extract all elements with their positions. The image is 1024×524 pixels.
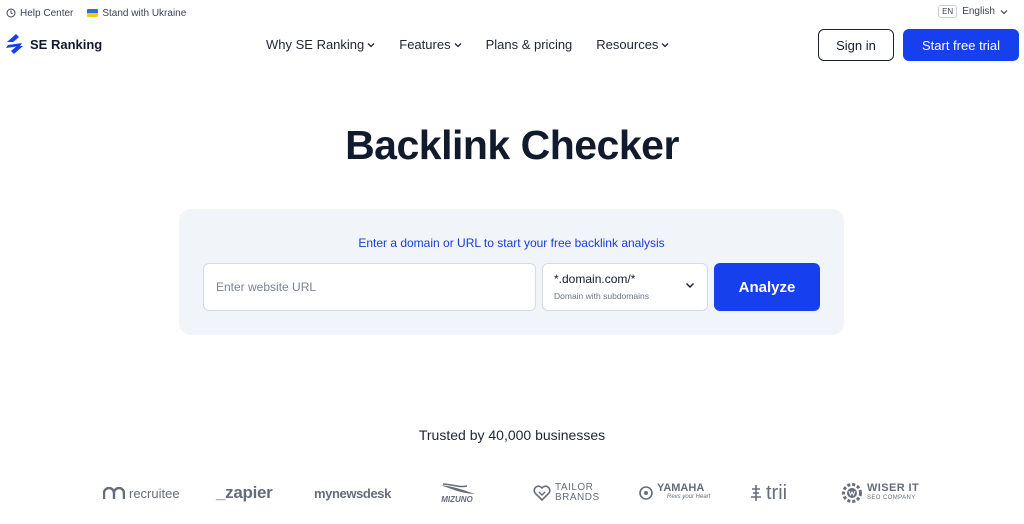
clock-icon — [6, 8, 16, 18]
mynewsdesk-logo: mynewsdesk — [314, 478, 391, 508]
zapier-logo: _zapier — [216, 478, 273, 508]
stand-with-ukraine-link[interactable]: Stand with Ukraine — [87, 8, 186, 19]
language-selector[interactable]: EN English — [938, 5, 1008, 18]
main-nav: SE Ranking Why SE Ranking Features Plans… — [0, 28, 1024, 62]
yamaha-wordmark: YAMAHA — [657, 482, 705, 494]
help-center-label: Help Center — [20, 7, 74, 19]
menu-item-why-se-ranking[interactable]: Why SE Ranking — [266, 37, 375, 52]
scope-description: Domain with subdomains — [554, 291, 649, 301]
recruitee-wordmark: recruitee — [129, 485, 180, 501]
sign-in-button[interactable]: Sign in — [818, 29, 894, 61]
brand-logo[interactable]: SE Ranking — [6, 34, 102, 54]
wiser-it-gear-icon — [842, 483, 862, 503]
help-center-link[interactable]: Help Center — [6, 8, 73, 19]
mizuno-logo: MIZUNO — [437, 478, 477, 508]
language-code-badge: EN — [938, 5, 958, 18]
nav-menu: Why SE Ranking Features Plans & pricing … — [266, 37, 669, 52]
yamaha-tuning-fork-icon — [639, 486, 653, 500]
menu-item-label: Resources — [596, 37, 659, 52]
tailor-wordmark-line2: BRANDS — [555, 492, 600, 503]
brand-name: SE Ranking — [30, 36, 103, 52]
se-ranking-logo-icon — [6, 34, 23, 54]
search-prompt: Enter a domain or URL to start your free… — [358, 236, 665, 250]
wiser-it-logo: WISER IT SEO COMPANY — [841, 478, 919, 508]
mynewsdesk-wordmark: mynewsdesk — [314, 485, 391, 501]
chevron-down-icon — [1000, 9, 1008, 14]
scope-dropdown[interactable]: *.domain.com/* Domain with subdomains — [542, 263, 708, 311]
menu-item-features[interactable]: Features — [399, 37, 462, 52]
language-label: English — [962, 6, 995, 17]
tailor-brands-logo: TAILOR BRANDS — [533, 478, 600, 508]
search-panel: Enter a domain or URL to start your free… — [179, 209, 844, 335]
tailor-brands-heart-icon — [533, 485, 551, 501]
utility-bar: Help Center Stand with Ukraine EN Englis… — [0, 0, 1024, 26]
wiser-it-tagline: SEO COMPANY — [867, 495, 916, 501]
ukraine-flag-icon — [87, 9, 99, 17]
yamaha-logo: YAMAHA Revs your Heart — [639, 478, 710, 508]
start-free-trial-button[interactable]: Start free trial — [903, 29, 1019, 61]
analyze-button[interactable]: Analyze — [714, 263, 820, 311]
trii-logo: trii — [750, 478, 787, 508]
website-url-input[interactable] — [203, 263, 536, 311]
mizuno-wordmark: MIZUNO — [441, 494, 473, 504]
recruitee-logo: recruitee — [103, 478, 180, 508]
chevron-down-icon — [454, 42, 462, 47]
trii-tree-icon — [751, 485, 761, 501]
stand-with-ukraine-label: Stand with Ukraine — [102, 7, 187, 19]
recruitee-mark-icon — [103, 487, 125, 499]
menu-item-plans-pricing[interactable]: Plans & pricing — [486, 37, 573, 52]
page-title: Backlink Checker — [345, 122, 679, 168]
menu-item-resources[interactable]: Resources — [596, 37, 669, 52]
trii-wordmark: trii — [766, 481, 788, 504]
menu-item-label: Plans & pricing — [485, 37, 573, 52]
menu-item-label: Features — [399, 37, 451, 52]
customer-logos: recruitee _zapier mynewsdesk MIZUNO TAIL… — [0, 478, 1024, 508]
zapier-wordmark: _zapier — [216, 483, 273, 502]
chevron-down-icon — [367, 42, 375, 47]
yamaha-tagline: Revs your Heart — [667, 494, 711, 500]
menu-item-label: Why SE Ranking — [266, 37, 365, 52]
chevron-down-icon — [686, 283, 694, 288]
mizuno-runbird-icon — [439, 482, 475, 494]
chevron-down-icon — [661, 42, 669, 47]
wiser-it-wordmark: WISER IT — [867, 482, 920, 494]
trusted-heading: Trusted by 40,000 businesses — [418, 427, 606, 443]
